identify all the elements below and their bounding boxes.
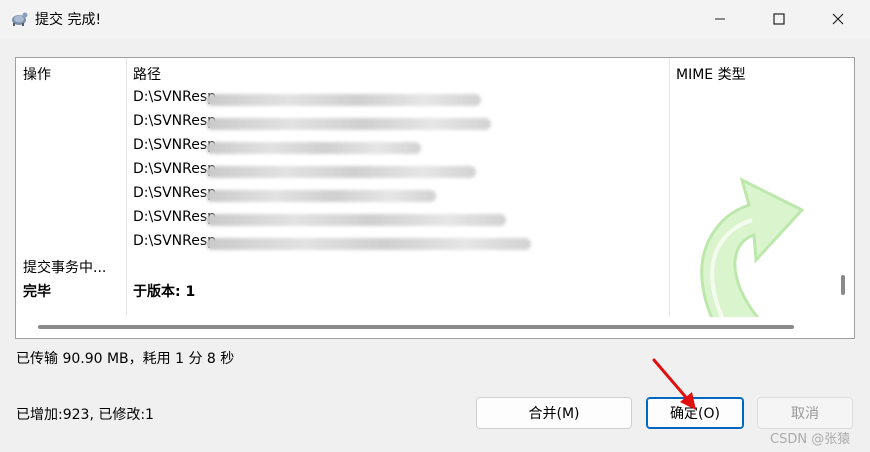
commit-log-list[interactable]: 操作 路径 MIME 类型 D:\SVNResp D:\SVNResp D:\S… [15, 57, 855, 339]
list-item[interactable]: D:\SVNResp [16, 209, 669, 231]
annotation-arrow-icon [652, 358, 696, 410]
action-text: 提交事务中... [23, 260, 107, 276]
redacted-path [206, 238, 531, 250]
close-icon [832, 13, 844, 25]
list-item[interactable]: D:\SVNResp [16, 185, 669, 207]
list-item[interactable]: 提交事务中... [16, 257, 669, 279]
file-path: D:\SVNResp [133, 89, 217, 105]
window-title: 提交 完成! [35, 12, 102, 28]
file-path: D:\SVNResp [133, 161, 217, 177]
file-path: D:\SVNResp [133, 209, 217, 225]
redacted-path [206, 166, 476, 178]
file-path: D:\SVNResp [133, 137, 217, 153]
column-divider-path[interactable] [669, 58, 670, 316]
redacted-path [206, 142, 421, 154]
column-header-path[interactable]: 路径 [133, 64, 161, 84]
horizontal-scrollbar[interactable] [38, 325, 794, 329]
column-header-action[interactable]: 操作 [23, 64, 51, 84]
list-item[interactable]: D:\SVNResp [16, 89, 669, 111]
redacted-path [206, 190, 436, 202]
commit-finished-dialog: 提交 完成! 操作 路径 MIME 类型 D:\SVNResp D:\SVNRe… [0, 0, 870, 452]
list-item[interactable]: 完毕 于版本: 1 [16, 281, 669, 303]
transfer-status: 已传输 90.90 MB，耗用 1 分 8 秒 [16, 351, 235, 367]
commit-arrow-icon [700, 177, 805, 338]
redacted-path [206, 94, 481, 106]
tortoise-svn-icon [12, 12, 28, 26]
minimize-button[interactable] [697, 0, 743, 38]
redacted-path [206, 214, 506, 226]
list-item[interactable]: D:\SVNResp [16, 233, 669, 255]
maximize-icon [773, 13, 785, 25]
redacted-path [206, 118, 491, 130]
action-text: 完毕 [23, 284, 51, 300]
file-path: D:\SVNResp [133, 113, 217, 129]
list-item[interactable]: D:\SVNResp [16, 113, 669, 135]
file-path: D:\SVNResp [133, 185, 217, 201]
list-item[interactable]: D:\SVNResp [16, 161, 669, 183]
vertical-scrollbar[interactable] [841, 275, 845, 295]
close-button[interactable] [815, 0, 861, 38]
maximize-button[interactable] [756, 0, 802, 38]
list-item[interactable]: D:\SVNResp [16, 137, 669, 159]
changes-status: 已增加:923, 已修改:1 [16, 407, 154, 423]
column-header-mime[interactable]: MIME 类型 [676, 64, 746, 84]
revision-text: 于版本: 1 [133, 284, 196, 300]
file-path: D:\SVNResp [133, 233, 217, 249]
minimize-icon [715, 18, 725, 20]
merge-button[interactable]: 合并(M) [476, 397, 632, 429]
titlebar: 提交 完成! [0, 0, 870, 38]
cancel-button[interactable]: 取消 [757, 397, 853, 429]
watermark: CSDN @张猿 [770, 432, 851, 447]
